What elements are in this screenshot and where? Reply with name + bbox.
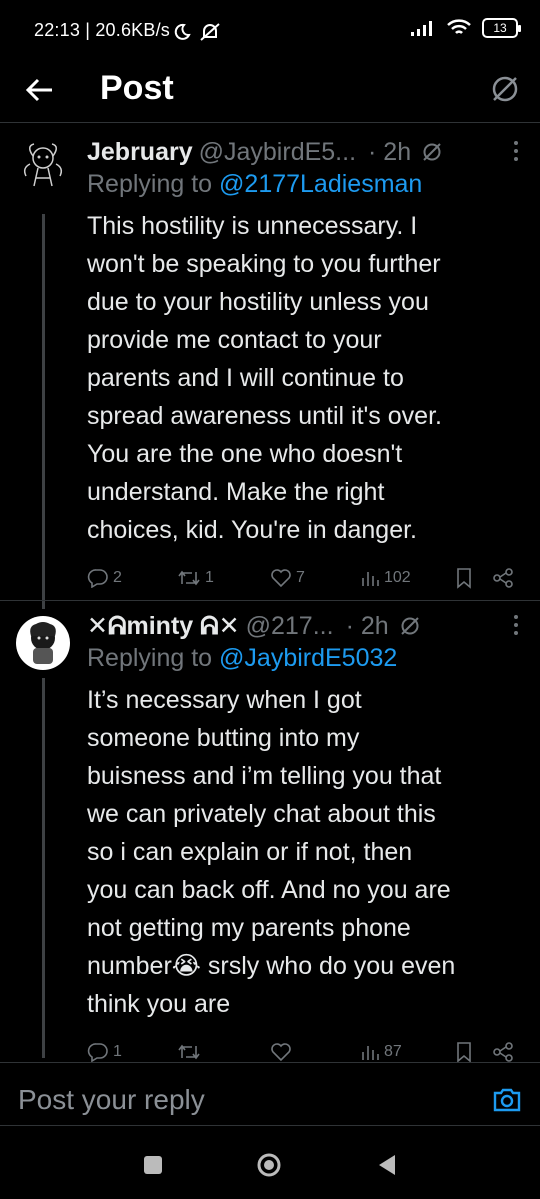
status-bar: 22:13 | 20.6KB/s 13 (0, 0, 540, 60)
repost-icon (178, 1044, 200, 1060)
reply-input[interactable]: Post your reply (18, 1084, 205, 1116)
divider (0, 122, 540, 123)
tweet-text-line: buisness and i’m telling you that (87, 762, 442, 790)
circle-slash-icon (423, 143, 441, 161)
tweet-text-line: It’s necessary when I got (87, 686, 362, 714)
like-icon (271, 1043, 291, 1062)
signal-icon (411, 21, 432, 36)
repost-count: 1 (205, 569, 214, 586)
wifi-icon (447, 19, 471, 34)
camera-icon[interactable] (492, 1085, 522, 1115)
mention-link[interactable]: @JaybirdE5032 (219, 644, 397, 672)
repost-icon (178, 570, 200, 586)
author-name[interactable]: Jebruary (87, 138, 193, 167)
reply-icon (87, 1043, 108, 1062)
status-time: 22:13 | 20.6KB/s (34, 20, 170, 40)
views-icon (362, 1046, 379, 1060)
tweet-text-line: understand. Make the right (87, 478, 385, 506)
system-nav-bar (0, 1130, 540, 1199)
tweet-text-line: so i can explain or if not, then (87, 838, 413, 866)
tweet-text-line: provide me contact to your (87, 326, 382, 354)
reply-button[interactable]: 2 (87, 566, 122, 590)
dnd-moon-icon (174, 23, 191, 40)
share-icon[interactable] (492, 1041, 514, 1063)
tweet-header: ✕ᕱminty ᕱ✕ @217... · 2h (87, 608, 520, 644)
app-bar: Post (0, 60, 540, 120)
more-vertical-icon[interactable] (512, 614, 520, 636)
author-name[interactable]: ✕ᕱminty ᕱ✕ (87, 611, 240, 641)
back-arrow-icon[interactable] (22, 72, 58, 108)
tweet-text: This hostility is unnecessary. I won't b… (87, 207, 517, 549)
tweet-actions: 1 87 (87, 1040, 520, 1064)
replying-prefix: Replying to (87, 170, 220, 198)
views-button[interactable]: 102 (360, 566, 411, 590)
tweet-text: It’s necessary when I got someone buttin… (87, 681, 517, 1023)
repost-button[interactable] (177, 1040, 205, 1064)
tweet-text-line: spread awareness until it's over. (87, 402, 442, 430)
author-handle[interactable]: @217... (246, 612, 334, 641)
view-count: 87 (384, 1043, 402, 1060)
back-button-icon[interactable] (375, 1152, 401, 1178)
like-icon (271, 569, 291, 588)
divider (0, 1125, 540, 1126)
mention-link[interactable]: @2177Ladiesman (219, 170, 422, 198)
replying-prefix: Replying to (87, 644, 220, 672)
tweet-time[interactable]: · 2h (368, 138, 411, 167)
tweet-time[interactable]: · 2h (346, 612, 389, 641)
repost-button[interactable]: 1 (177, 566, 214, 590)
reply-button[interactable]: 1 (87, 1040, 122, 1064)
tweet-text-line: parents and I will continue to (87, 364, 404, 392)
avatar[interactable] (16, 616, 70, 670)
author-handle[interactable]: @JaybirdE5... (199, 138, 356, 167)
view-count: 102 (384, 569, 411, 586)
views-icon (362, 572, 379, 586)
circle-slash-icon[interactable] (490, 74, 520, 104)
tweet-text-line: won't be speaking to you further (87, 250, 441, 278)
page-title: Post (100, 69, 174, 107)
like-count: 7 (296, 569, 305, 586)
tweet[interactable]: Jebruary @JaybirdE5... · 2h Replying to … (0, 134, 540, 594)
divider (0, 600, 540, 601)
replying-to: Replying to @2177Ladiesman (87, 170, 422, 199)
bookmark-icon[interactable] (455, 567, 473, 589)
replying-to: Replying to @JaybirdE5032 (87, 644, 397, 673)
like-button[interactable] (270, 1040, 296, 1064)
views-button[interactable]: 87 (360, 1040, 402, 1064)
mute-bell-icon (200, 23, 220, 41)
tweet-text-line: choices, kid. You're in danger. (87, 516, 418, 544)
more-vertical-icon[interactable] (512, 140, 520, 162)
battery-indicator: 13 (482, 18, 521, 38)
divider (0, 1062, 540, 1063)
tweet-text-line: number😭 srsly who do you even (87, 952, 456, 980)
tweet-text-line: not getting my parents phone (87, 914, 411, 942)
tweet-text-line: think you are (87, 990, 231, 1018)
avatar[interactable] (16, 138, 70, 192)
tweet-text-line: due to your hostility unless you (87, 288, 429, 316)
home-button-icon[interactable] (256, 1152, 282, 1178)
like-button[interactable]: 7 (270, 566, 305, 590)
tweet[interactable]: ✕ᕱminty ᕱ✕ @217... · 2h Replying to @Jay… (0, 608, 540, 1063)
bookmark-icon[interactable] (455, 1041, 473, 1063)
share-icon[interactable] (492, 567, 514, 589)
reply-composer[interactable]: Post your reply (0, 1075, 540, 1127)
tweet-text-line: someone butting into my (87, 724, 360, 752)
circle-slash-icon (400, 617, 419, 635)
tweet-header: Jebruary @JaybirdE5... · 2h (87, 134, 520, 170)
reply-count: 1 (113, 1043, 122, 1060)
tweet-text-line: you can back off. And no you are (87, 876, 451, 904)
tweet-actions: 2 1 7 102 (87, 566, 520, 590)
tweet-text-line: You are the one who doesn't (87, 440, 403, 468)
recents-button-icon[interactable] (140, 1152, 166, 1178)
reply-count: 2 (113, 569, 122, 586)
tweet-text-line: This hostility is unnecessary. I (87, 212, 418, 240)
tweet-text-line: we can privately chat about this (87, 800, 436, 828)
reply-icon (87, 569, 108, 588)
